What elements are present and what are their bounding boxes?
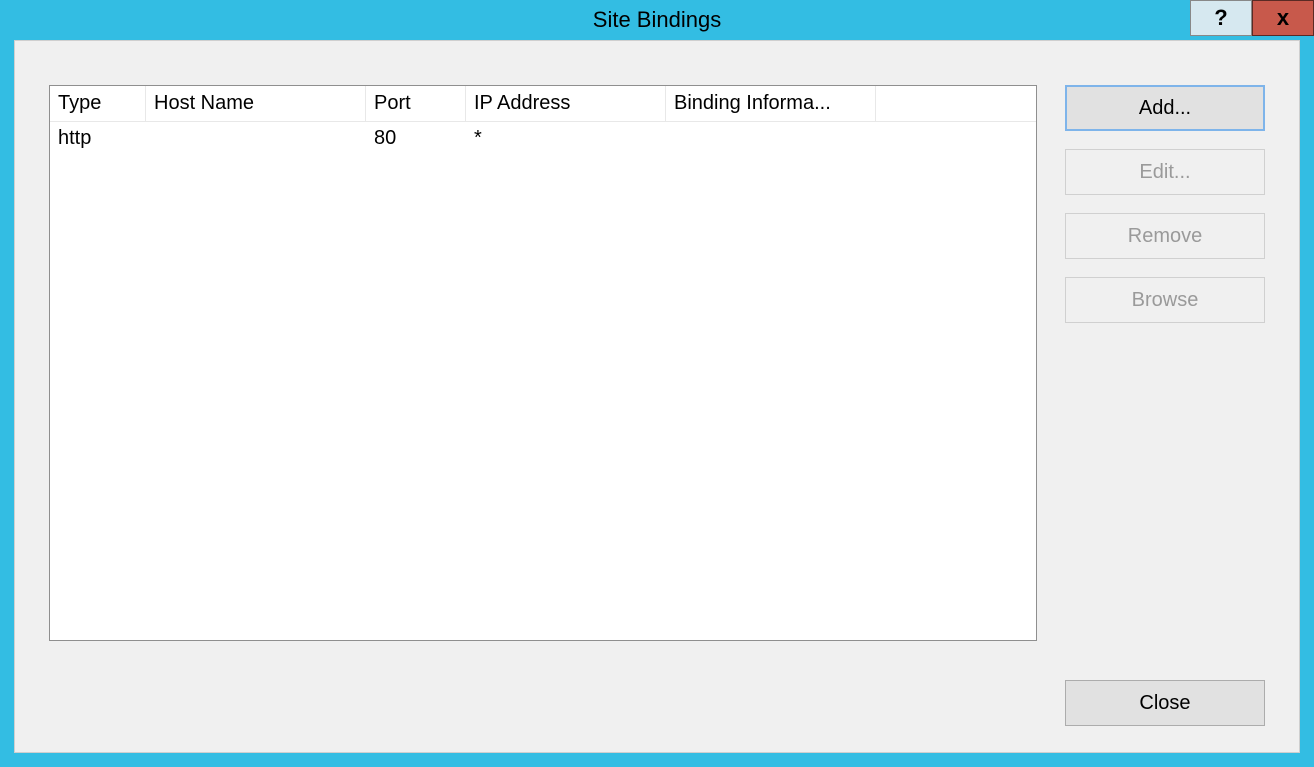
- header-host-name[interactable]: Host Name: [146, 86, 366, 121]
- table-body: http 80 *: [50, 122, 1036, 640]
- cell-ip-address: *: [466, 125, 666, 152]
- add-button[interactable]: Add...: [1065, 85, 1265, 131]
- titlebar-buttons: ? x: [1190, 0, 1314, 36]
- header-spacer: [876, 86, 1036, 121]
- help-button[interactable]: ?: [1190, 0, 1252, 36]
- cell-type: http: [50, 125, 146, 152]
- bindings-table[interactable]: Type Host Name Port IP Address Binding I…: [49, 85, 1037, 641]
- header-type[interactable]: Type: [50, 86, 146, 121]
- close-button[interactable]: Close: [1065, 680, 1265, 726]
- content-area: Type Host Name Port IP Address Binding I…: [49, 85, 1265, 718]
- close-container: Close: [1065, 680, 1265, 726]
- cell-binding-info: [666, 136, 876, 140]
- side-buttons: Add... Edit... Remove Browse: [1065, 85, 1265, 718]
- browse-button: Browse: [1065, 277, 1265, 323]
- table-header: Type Host Name Port IP Address Binding I…: [50, 86, 1036, 122]
- cell-host-name: [146, 136, 366, 140]
- remove-button: Remove: [1065, 213, 1265, 259]
- cell-port: 80: [366, 125, 466, 152]
- titlebar[interactable]: Site Bindings ? x: [0, 0, 1314, 40]
- window-close-button[interactable]: x: [1252, 0, 1314, 36]
- header-binding-info[interactable]: Binding Informa...: [666, 86, 876, 121]
- cell-spacer: [876, 136, 1036, 140]
- site-bindings-dialog: Site Bindings ? x Type Host Name Port IP…: [0, 0, 1314, 767]
- header-port[interactable]: Port: [366, 86, 466, 121]
- edit-button: Edit...: [1065, 149, 1265, 195]
- table-row[interactable]: http 80 *: [50, 122, 1036, 154]
- window-title: Site Bindings: [593, 7, 721, 33]
- header-ip-address[interactable]: IP Address: [466, 86, 666, 121]
- dialog-body: Type Host Name Port IP Address Binding I…: [14, 40, 1300, 753]
